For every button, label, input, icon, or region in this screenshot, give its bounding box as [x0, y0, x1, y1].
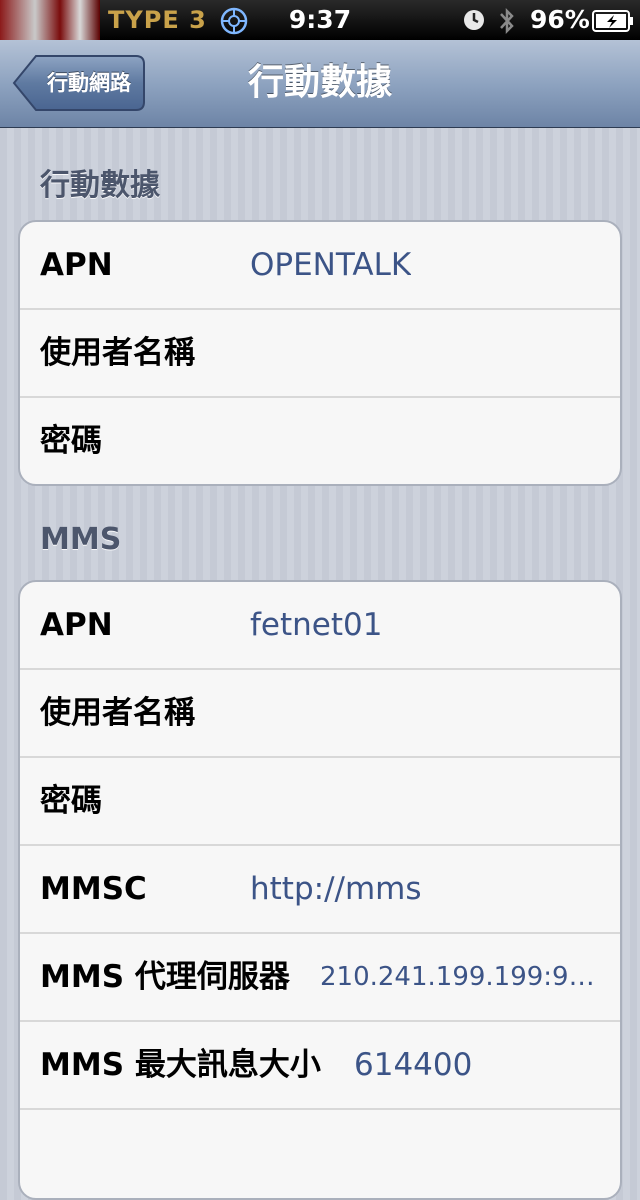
mms-max-size-row[interactable]: MMS 最大訊息大小 614400 [20, 1022, 620, 1110]
cellular-apn-row[interactable]: APN OPENTALK [20, 222, 620, 310]
row-label: MMSC [40, 871, 147, 907]
mms-group: APN fetnet01 使用者名稱 密碼 MMSC http://mms MM… [18, 580, 622, 1200]
mms-partial-row[interactable] [20, 1110, 620, 1198]
mms-password-row[interactable]: 密碼 [20, 758, 620, 846]
navigation-bar: 行動網路 行動數據 [0, 40, 640, 128]
row-label: MMS 最大訊息大小 [40, 1047, 321, 1083]
row-label: MMS 代理伺服器 [40, 959, 290, 995]
bluetooth-icon [497, 6, 517, 40]
cellular-password-row[interactable]: 密碼 [20, 398, 620, 484]
mms-proxy-row[interactable]: MMS 代理伺服器 210.241.199.199:9201 [20, 934, 620, 1022]
mmsc-field[interactable]: http://mms [250, 846, 422, 932]
mms-proxy-field[interactable]: 210.241.199.199:9201 [320, 934, 602, 1020]
mms-username-row[interactable]: 使用者名稱 [20, 670, 620, 758]
status-bar: TYPE 3 9:37 96% [0, 0, 640, 40]
row-label: APN [40, 607, 113, 643]
cellular-apn-field[interactable]: OPENTALK [250, 222, 411, 308]
row-label: 使用者名稱 [40, 335, 195, 371]
mms-max-size-field[interactable]: 614400 [354, 1022, 472, 1108]
section-header-cellular-data: 行動數據 [40, 168, 160, 203]
back-button-label: 行動網路 [47, 71, 131, 95]
section-header-mms: MMS [40, 522, 122, 557]
row-label: 使用者名稱 [40, 695, 195, 731]
row-label: 密碼 [40, 423, 102, 459]
back-button[interactable]: 行動網路 [12, 54, 146, 112]
mms-apn-field[interactable]: fetnet01 [250, 582, 382, 668]
mms-apn-row[interactable]: APN fetnet01 [20, 582, 620, 670]
cellular-data-group: APN OPENTALK 使用者名稱 密碼 [18, 220, 622, 486]
cellular-username-row[interactable]: 使用者名稱 [20, 310, 620, 398]
row-label: APN [40, 247, 113, 283]
mmsc-row[interactable]: MMSC http://mms [20, 846, 620, 934]
battery-percent: 96% [530, 5, 590, 34]
row-label: 密碼 [40, 783, 102, 819]
clock-icon [462, 8, 486, 36]
battery-icon [592, 10, 634, 36]
page-title: 行動數據 [247, 62, 392, 103]
